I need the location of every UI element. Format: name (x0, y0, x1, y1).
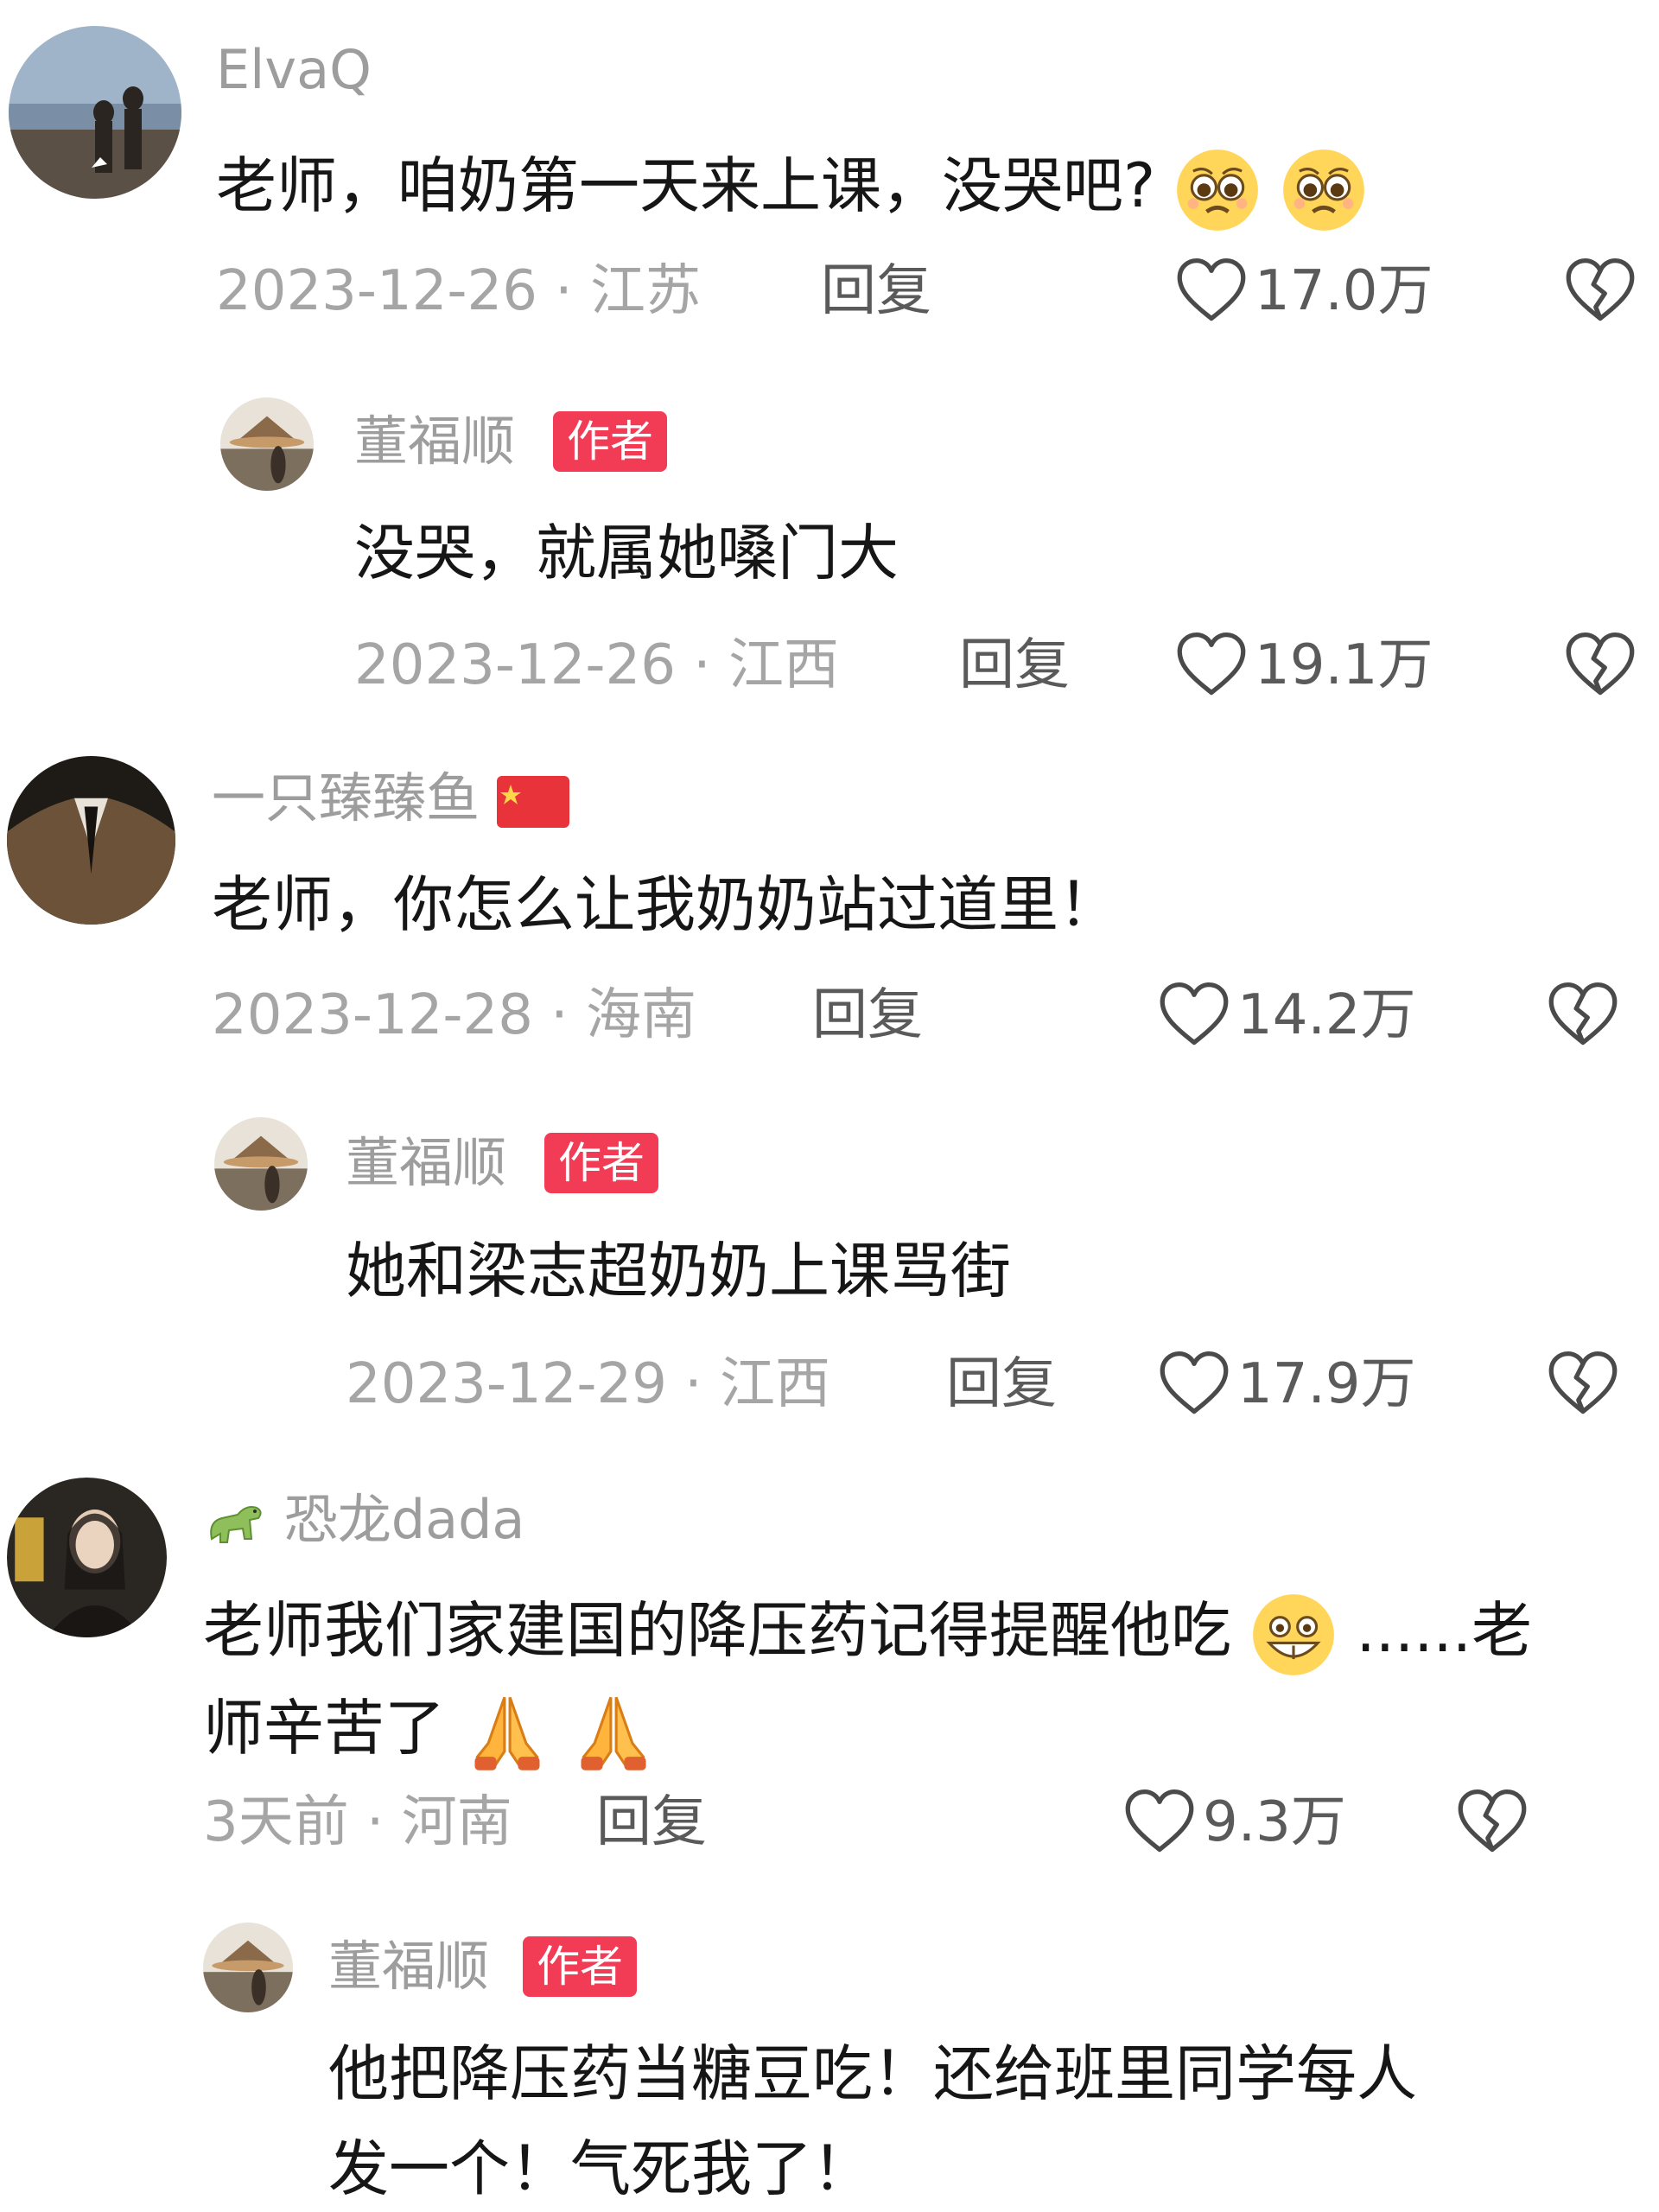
like-count: 17.9万 (1237, 1352, 1416, 1416)
like-count: 9.3万 (1203, 1790, 1346, 1854)
china-flag-icon (496, 775, 569, 828)
like-count: 14.2万 (1237, 983, 1416, 1047)
avatar[interactable] (9, 26, 181, 199)
like-count: 19.1万 (1255, 633, 1433, 697)
heart-icon (1123, 1786, 1196, 1859)
reply-avatar[interactable] (214, 1117, 308, 1211)
folded-hands-emoji-icon (464, 1689, 550, 1776)
reply-avatar[interactable] (203, 1923, 293, 2012)
sunset-avatar-icon (203, 1923, 293, 2012)
dinosaur-icon (210, 1505, 262, 1543)
avatar[interactable] (7, 1478, 167, 1637)
author-badge: 作者 (553, 411, 667, 472)
author-badge: 作者 (544, 1133, 658, 1193)
suit-avatar-icon (7, 756, 175, 925)
dislike-button-broken-heart-icon[interactable] (1547, 1348, 1619, 1421)
pleading-face-emoji-icon (1281, 147, 1367, 233)
dislike-button-broken-heart-icon[interactable] (1564, 255, 1637, 327)
woman-portrait-avatar-icon (7, 1478, 167, 1637)
beach-couple-avatar-icon (9, 26, 181, 199)
username[interactable]: 一只臻臻鱼 (212, 772, 569, 828)
like-button[interactable]: 17.0万 (1175, 255, 1433, 327)
date-location: 2023-12-28 · 海南 (212, 983, 696, 1047)
reply-avatar[interactable] (220, 397, 314, 491)
heart-icon (1158, 1348, 1230, 1421)
reply-text: 他把降压药当糖豆吃！还给班里同学每人 (328, 2038, 1417, 2109)
sunset-avatar-icon (220, 397, 314, 491)
reply-username[interactable]: 董福顺 (346, 1136, 506, 1190)
grinning-face-emoji-icon (1250, 1592, 1337, 1678)
sunset-avatar-icon (214, 1117, 308, 1211)
dislike-button-broken-heart-icon[interactable] (1564, 629, 1637, 702)
like-count: 17.0万 (1255, 259, 1433, 323)
like-button[interactable]: 9.3万 (1123, 1786, 1346, 1859)
reply-text: 没哭，就属她嗓门大 (354, 518, 899, 588)
reply-username[interactable]: 董福顺 (354, 415, 515, 468)
heart-icon (1175, 255, 1248, 327)
reply-button[interactable]: 回复 (812, 988, 923, 1043)
like-button[interactable]: 17.9万 (1158, 1348, 1416, 1421)
comment-text-line2: 师辛苦了 (203, 1689, 657, 1776)
reply-button[interactable]: 回复 (946, 1357, 1057, 1412)
reply-username[interactable]: 董福顺 (328, 1940, 489, 1993)
date-location: 2023-12-26 · 江苏 (216, 259, 701, 323)
reply-text-line2: 发一个！气死我了！ (328, 2133, 873, 2204)
date-location: 3天前 · 河南 (203, 1790, 512, 1854)
reply-date-location: 2023-12-26 · 江西 (354, 633, 839, 697)
heart-icon (1175, 629, 1248, 702)
dislike-button-broken-heart-icon[interactable] (1456, 1786, 1529, 1859)
comment-text: 老师我们家建国的降压药记得提醒他吃 ......老 (203, 1592, 1532, 1678)
like-button[interactable]: 14.2万 (1158, 979, 1416, 1052)
comment-text: 老师，你怎么让我奶奶站过道里！ (212, 869, 1119, 940)
username[interactable]: 恐龙dada (203, 1493, 524, 1551)
reply-button[interactable]: 回复 (596, 1795, 707, 1850)
folded-hands-emoji-icon (570, 1689, 657, 1776)
avatar[interactable] (7, 756, 175, 925)
author-badge: 作者 (523, 1936, 637, 1997)
reply-date-location: 2023-12-29 · 江西 (346, 1352, 830, 1416)
dislike-button-broken-heart-icon[interactable] (1547, 979, 1619, 1052)
reply-button[interactable]: 回复 (959, 638, 1070, 693)
reply-button[interactable]: 回复 (821, 264, 931, 319)
pleading-face-emoji-icon (1174, 147, 1261, 233)
reply-text: 她和梁志超奶奶上课骂街 (346, 1236, 1011, 1306)
comment-text: 老师，咱奶第一天来上课，没哭吧? (216, 147, 1367, 233)
heart-icon (1158, 979, 1230, 1052)
like-button[interactable]: 19.1万 (1175, 629, 1433, 702)
username[interactable]: ElvaQ (216, 43, 372, 97)
